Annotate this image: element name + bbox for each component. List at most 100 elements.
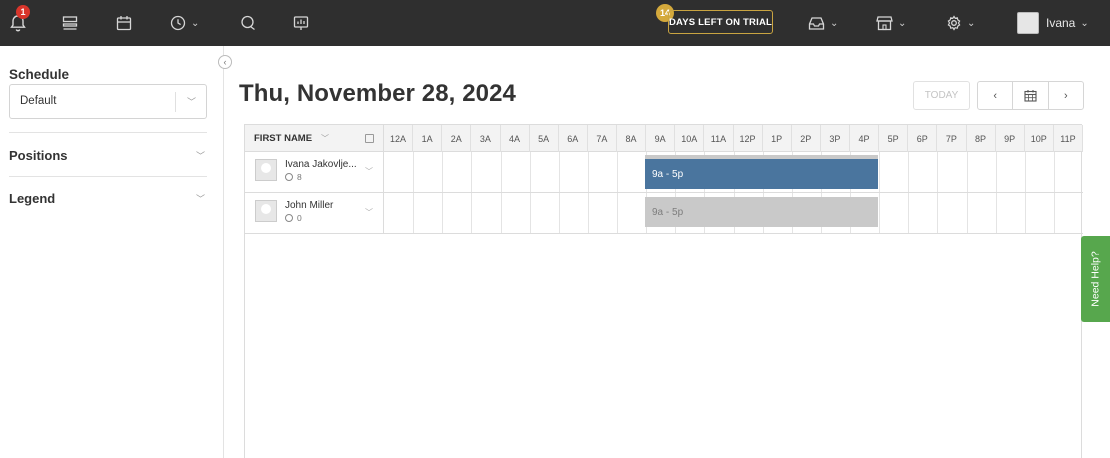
employee-hours: 0	[285, 213, 302, 223]
hour-gridline	[617, 193, 618, 233]
shift-block[interactable]: 9a - 5p	[645, 197, 878, 227]
hour-column-header: 3P	[821, 125, 850, 152]
employee-name: Ivana Jakovlje...	[285, 159, 357, 170]
chevron-down-icon: ⌄	[830, 17, 839, 29]
hour-gridline	[908, 193, 910, 233]
hour-gridline	[587, 152, 589, 192]
clock-icon	[285, 173, 293, 181]
chevron-right-icon: ›	[1063, 89, 1068, 102]
divider	[9, 132, 207, 133]
calendar-icon	[1024, 90, 1037, 102]
hour-gridline	[413, 152, 415, 192]
inbox-icon	[808, 16, 825, 30]
hour-gridline	[1024, 193, 1026, 233]
hour-column-header: 5A	[530, 125, 559, 152]
employee-hours-value: 8	[297, 172, 302, 182]
hour-column-header: 1A	[413, 125, 443, 152]
schedule-select-value: Default	[20, 95, 57, 107]
grid-header: FIRST NAME ﹀ 12A 1A 2A 3A 4A 5A 6A 7A 8A 9A 10A 11A…	[245, 125, 1083, 152]
hour-column-header: 11P	[1054, 125, 1083, 152]
hour-column-header: 2A	[442, 125, 472, 152]
hour-gridline	[529, 193, 531, 233]
top-navigation-bar: 1 ⌄ 14 DAYS LEFT ON TRIAL ⌄ ⌄ ⌄ Ivana ⌄	[0, 0, 1110, 46]
legend-label: Legend	[9, 191, 56, 206]
chevron-down-icon: ﹀	[321, 134, 329, 143]
calendar-icon	[116, 16, 132, 31]
messages-button[interactable]	[240, 0, 257, 46]
today-button[interactable]: TODAY	[913, 81, 970, 110]
date-navigation: ‹ ›	[977, 81, 1084, 110]
notification-count-badge: 1	[16, 5, 30, 19]
hour-gridline	[500, 152, 502, 192]
date-picker-button[interactable]	[1012, 82, 1047, 109]
legend-section-toggle[interactable]: Legend ﹀	[9, 190, 207, 210]
next-day-button[interactable]: ›	[1047, 82, 1083, 109]
collapse-sidebar-button[interactable]: ‹	[218, 55, 232, 69]
dashboard-button[interactable]	[62, 0, 78, 46]
hour-column-header: 12P	[734, 125, 763, 152]
hour-column-header: 10A	[675, 125, 705, 152]
positions-section-toggle[interactable]: Positions ﹀	[9, 147, 207, 167]
hour-gridline	[558, 152, 560, 192]
clock-icon	[170, 15, 186, 31]
user-name: Ivana	[1046, 16, 1076, 30]
hour-gridline	[966, 152, 968, 192]
hour-column-header: 1P	[763, 125, 792, 152]
chevron-down-icon: ﹀	[186, 97, 196, 107]
table-row[interactable]: Ivana Jakovlje... 8 ﹀ 9a - 5p	[245, 152, 1083, 193]
chevron-down-icon[interactable]: ﹀	[365, 166, 373, 177]
hour-gridline	[442, 193, 444, 233]
hour-gridline	[879, 193, 881, 233]
chevron-down-icon: ⌄	[1080, 17, 1089, 29]
hour-column-header: 3A	[471, 125, 501, 152]
hour-column-header: 6A	[559, 125, 588, 152]
hour-column-header: 7A	[588, 125, 617, 152]
chevron-left-icon: ‹	[993, 89, 997, 102]
shift-block[interactable]: 9a - 5p	[645, 159, 878, 189]
schedule-select[interactable]: Default ﹀	[9, 84, 207, 119]
user-menu[interactable]: Ivana ⌄	[1017, 0, 1089, 46]
name-column-header[interactable]: FIRST NAME ﹀	[245, 125, 384, 152]
employee-hours-value: 0	[297, 213, 302, 223]
hour-gridline	[1024, 152, 1026, 192]
hour-gridline	[442, 152, 444, 192]
store-icon	[876, 16, 893, 31]
hour-gridline	[471, 152, 473, 192]
hour-gridline	[995, 193, 997, 233]
chevron-down-icon: ﹀	[195, 151, 205, 161]
locations-menu[interactable]: ⌄	[876, 0, 906, 46]
hour-column-header: 9A	[646, 125, 676, 152]
previous-day-button[interactable]: ‹	[978, 82, 1012, 109]
hour-gridline	[1053, 193, 1055, 233]
hour-column-header: 12A	[384, 125, 414, 152]
hour-gridline	[500, 193, 502, 233]
need-help-tab[interactable]: Need Help?	[1081, 236, 1110, 322]
hour-column-header: 11A	[704, 125, 734, 152]
chevron-down-icon[interactable]: ﹀	[365, 207, 373, 218]
chevron-down-icon: ⌄	[898, 17, 907, 29]
settings-menu[interactable]: ⌄	[946, 0, 975, 46]
select-all-checkbox[interactable]	[365, 134, 374, 143]
employee-name: John Miller	[285, 200, 334, 211]
schedule-button[interactable]	[116, 0, 132, 46]
chevron-down-icon: ⌄	[967, 17, 976, 29]
hour-column-header: 8P	[967, 125, 996, 152]
hour-column-header: 4A	[501, 125, 530, 152]
sidebar: Schedule Default ﹀ Positions ﹀ Legend ﹀	[0, 46, 224, 458]
hour-gridline	[908, 152, 910, 192]
clock-icon	[285, 214, 293, 222]
reports-button[interactable]	[293, 0, 309, 46]
chevron-down-icon: ⌄	[191, 17, 200, 29]
hour-gridline	[617, 152, 618, 192]
employee-cell: Ivana Jakovlje... 8 ﹀	[245, 152, 384, 192]
time-clock-menu[interactable]: ⌄	[170, 0, 199, 46]
chevron-down-icon: ﹀	[195, 194, 205, 204]
trial-button[interactable]: DAYS LEFT ON TRIAL	[668, 10, 773, 34]
hour-gridline	[879, 152, 881, 192]
positions-label: Positions	[9, 148, 68, 163]
settings-icon	[947, 15, 961, 31]
table-row[interactable]: John Miller 0 ﹀ 9a - 5p	[245, 193, 1083, 234]
chevron-left-icon: ‹	[223, 57, 227, 67]
hour-gridline	[413, 193, 415, 233]
inbox-menu[interactable]: ⌄	[808, 0, 838, 46]
